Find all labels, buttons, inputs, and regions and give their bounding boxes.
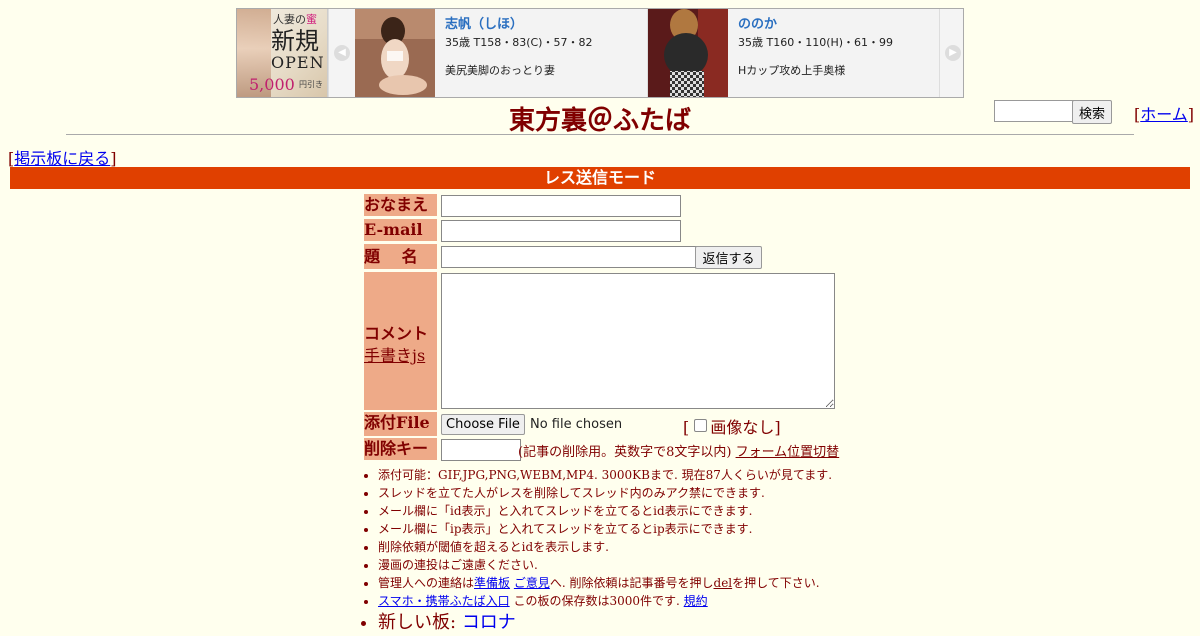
- ad-new-text: 新規: [271, 27, 319, 55]
- chevron-right-icon: ▶: [945, 45, 961, 61]
- profile-desc: Hカップ攻め上手奥様: [738, 64, 846, 77]
- profile-name[interactable]: ののか: [738, 13, 893, 32]
- search-button[interactable]: 検索: [1072, 100, 1112, 124]
- delete-key-field[interactable]: [441, 439, 521, 461]
- note-item: 削除依頼が閾値を超えるとidを表示します.: [378, 538, 832, 556]
- file-label: 添付File: [364, 412, 437, 436]
- profile-stats: 35歳 T158・83(C)・57・82: [445, 36, 593, 49]
- handwrite-js-link[interactable]: 手書きjs: [364, 346, 425, 365]
- no-image-checkbox[interactable]: [694, 419, 708, 432]
- chevron-left-icon: ◀: [334, 45, 350, 61]
- subject-label: 題 名: [364, 244, 437, 269]
- ad-discount-unit: 円引き: [299, 80, 323, 89]
- home-link[interactable]: ホーム: [1140, 105, 1188, 124]
- back-nav: [掲示板に戻る]: [8, 149, 117, 168]
- prep-board-link[interactable]: 準備板: [474, 576, 510, 590]
- email-field[interactable]: [441, 220, 681, 242]
- comment-label: コメント: [364, 324, 429, 343]
- name-label: おなまえ: [364, 194, 437, 216]
- back-to-board-link[interactable]: 掲示板に戻る: [14, 149, 110, 168]
- file-status: No file chosen: [530, 417, 623, 432]
- search-input[interactable]: [994, 100, 1074, 122]
- home-nav: [ホーム]: [1134, 105, 1195, 124]
- mobile-entrance-link[interactable]: スマホ・携帯ふたば入口: [378, 594, 510, 608]
- note-item: 漫画の連投はご遠慮ください.: [378, 556, 832, 574]
- no-image-label: 画像なし]: [710, 418, 781, 437]
- no-image-option: [ 画像なし]: [683, 418, 781, 437]
- header-divider: [66, 134, 1134, 135]
- ad-banner[interactable]: 人妻の蜜 新規 OPEN 5,000 円引き ◀ 志帆（しほ） 35歳 T158…: [236, 8, 964, 98]
- board-notes-list: 添付可能：GIF,JPG,PNG,WEBM,MP4. 3000KBまで. 現在8…: [360, 466, 832, 634]
- form-position-toggle-link[interactable]: フォーム位置切替: [736, 445, 840, 460]
- note-item: 添付可能：GIF,JPG,PNG,WEBM,MP4. 3000KBまで. 現在8…: [378, 466, 832, 484]
- note-item: メール欄に「ip表示」と入れてスレッドを立てるとip表示にできます.: [378, 520, 832, 538]
- banner-prev-button[interactable]: ◀: [328, 9, 356, 97]
- ad-open-campaign[interactable]: 人妻の蜜 新規 OPEN 5,000 円引き: [237, 9, 328, 97]
- rules-link[interactable]: 規約: [684, 594, 708, 608]
- profile-stats: 35歳 T160・110(H)・61・99: [738, 36, 894, 49]
- profile-photo: [355, 9, 435, 97]
- reply-submit-button[interactable]: 返信する: [695, 246, 762, 269]
- delete-key-label: 削除キー: [364, 438, 437, 460]
- delete-key-note: (記事の削除用。英数字で8文字以内) フォーム位置切替: [518, 445, 840, 460]
- name-field[interactable]: [441, 195, 681, 217]
- banner-profile-card[interactable]: ののか 35歳 T160・110(H)・61・99 Hカップ攻め上手奥様: [648, 9, 941, 97]
- choose-file-button[interactable]: Choose File: [441, 414, 525, 435]
- note-item-mobile: スマホ・携帯ふたば入口 この板の保存数は3000件です. 規約: [378, 592, 832, 610]
- profile-name[interactable]: 志帆（しほ）: [445, 13, 592, 32]
- del-link[interactable]: del: [714, 576, 733, 590]
- search-form: 検索: [994, 100, 1112, 124]
- ad-shop-name: 人妻の蜜: [273, 13, 317, 26]
- ad-open-text: OPEN: [271, 53, 325, 72]
- note-item-contact: 管理人への連絡は準備板 ご意見へ. 削除依頼は記事番号を押しdelを押して下さい…: [378, 574, 832, 592]
- note-item: メール欄に「id表示」と入れてスレッドを立てるとid表示にできます.: [378, 502, 832, 520]
- email-label: E-mail: [364, 219, 437, 241]
- subject-field[interactable]: [441, 246, 698, 268]
- comment-label-cell: コメント 手書きjs: [364, 272, 437, 410]
- profile-photo: [648, 9, 728, 97]
- ad-discount: 5,000: [249, 75, 295, 94]
- note-item: スレッドを立てた人がレスを削除してスレッド内のみアク禁にできます.: [378, 484, 832, 502]
- banner-profile-card[interactable]: 志帆（しほ） 35歳 T158・83(C)・57・82 美尻美脚のおっとり妻: [355, 9, 648, 97]
- profile-desc: 美尻美脚のおっとり妻: [445, 64, 555, 77]
- note-item-new-board: 新しい板: コロナ: [378, 610, 832, 634]
- comment-textarea[interactable]: [441, 273, 835, 409]
- feedback-link[interactable]: ご意見: [514, 576, 550, 590]
- reply-mode-bar: レス送信モード: [10, 167, 1190, 189]
- banner-next-button[interactable]: ▶: [939, 9, 963, 97]
